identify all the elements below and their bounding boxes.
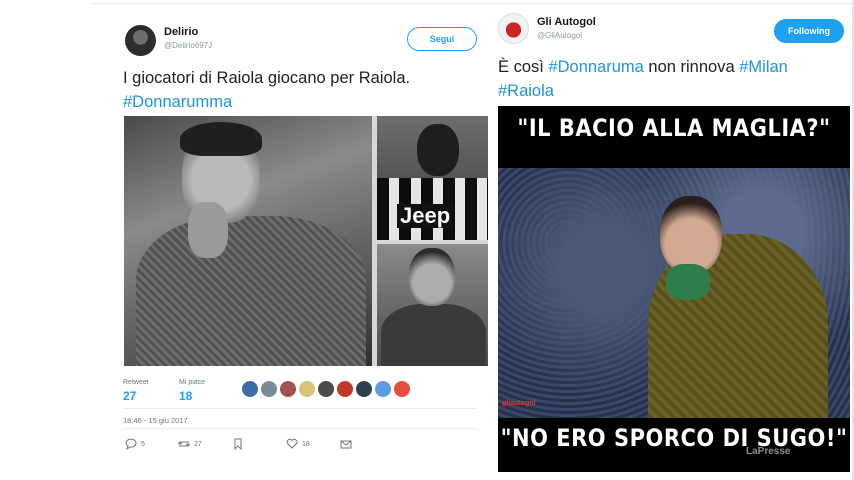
liker-avatar[interactable] [261,381,277,397]
mail-icon [340,440,352,449]
following-button[interactable]: Following [774,19,844,43]
divider [488,3,854,4]
retweets-label: Retweet [123,379,149,386]
like-button[interactable]: 18 [286,438,310,450]
reply-count: 5 [141,440,145,448]
heart-icon [286,438,298,449]
reply-button[interactable]: 5 [125,438,145,450]
timestamp: 18:46 - 15 giu 2017 [123,416,188,425]
liker-avatar[interactable] [299,381,315,397]
right-tweet-card: Gli Autogol @GliAutogol Following È così… [488,0,854,480]
meme-logo: gliautogol [502,400,536,407]
hashtag-link[interactable]: #Milan [739,58,788,76]
divider [123,428,477,429]
photo-ibrahimovic[interactable] [377,244,490,366]
liker-avatar[interactable] [242,381,258,397]
display-name[interactable]: Gli Autogol [537,16,596,28]
likes-label: Mi piace [179,379,206,386]
tweet-media-grid[interactable]: Jeep [124,116,490,366]
meme-top-caption: "IL BACIO ALLA MAGLIA?" [517,114,831,142]
liker-avatar[interactable] [356,381,372,397]
watermark: LaPresse [746,446,791,457]
reply-icon [125,438,137,450]
message-button[interactable] [340,438,352,450]
photo-goalkeeper: gliautogol [498,168,850,418]
divider [123,408,477,409]
retweets-count[interactable]: 27 [123,389,136,403]
display-name[interactable]: Delirio [164,26,198,38]
likes-count[interactable]: 18 [179,389,192,403]
tweet-text-segment: non rinnova [643,58,740,76]
liker-avatar[interactable] [318,381,334,397]
liker-avatar[interactable] [394,381,410,397]
retweet-count: 27 [194,440,202,448]
tweet-text: I giocatori di Raiola giocano per Raiola… [123,66,410,114]
avatar[interactable] [498,13,529,44]
liker-avatar[interactable] [375,381,391,397]
tweet-text-segment: È così [498,58,549,76]
liker-avatar[interactable] [280,381,296,397]
hashtag-link[interactable]: #Donnarumma [123,93,232,111]
meme-bottom-caption: "NO ERO SPORCO DI SUGO!" [500,424,848,452]
jersey-sponsor-text: Jeep [397,204,454,228]
retweet-button[interactable]: 27 [178,438,202,450]
user-handle[interactable]: @GliAutogol [537,31,582,40]
tweet-text-line: I giocatori di Raiola giocano per Raiola… [123,69,411,87]
avatar[interactable] [125,25,156,56]
divider [92,3,488,4]
hashtag-link[interactable]: #Raiola [498,82,554,100]
liker-avatar[interactable] [337,381,353,397]
left-tweet-card: Delirio @Delirio697J Segui I giocatori d… [92,0,490,480]
like-count: 18 [302,440,310,448]
bookmark-icon [234,438,242,450]
retweet-icon [178,441,190,447]
tweet-media-meme[interactable]: "IL BACIO ALLA MAGLIA?" gliautogol "NO E… [498,106,850,472]
save-button[interactable] [232,438,244,450]
likers-avatars [242,381,410,397]
tweet-text: È così #Donnaruma non rinnova #Milan #Ra… [498,55,850,103]
user-handle[interactable]: @Delirio697J [164,41,212,50]
follow-button[interactable]: Segui [407,27,477,51]
hashtag-link[interactable]: #Donnaruma [548,58,643,76]
photo-pogba[interactable]: Jeep [377,116,490,240]
photo-donnarumma-kiss[interactable] [124,116,372,366]
